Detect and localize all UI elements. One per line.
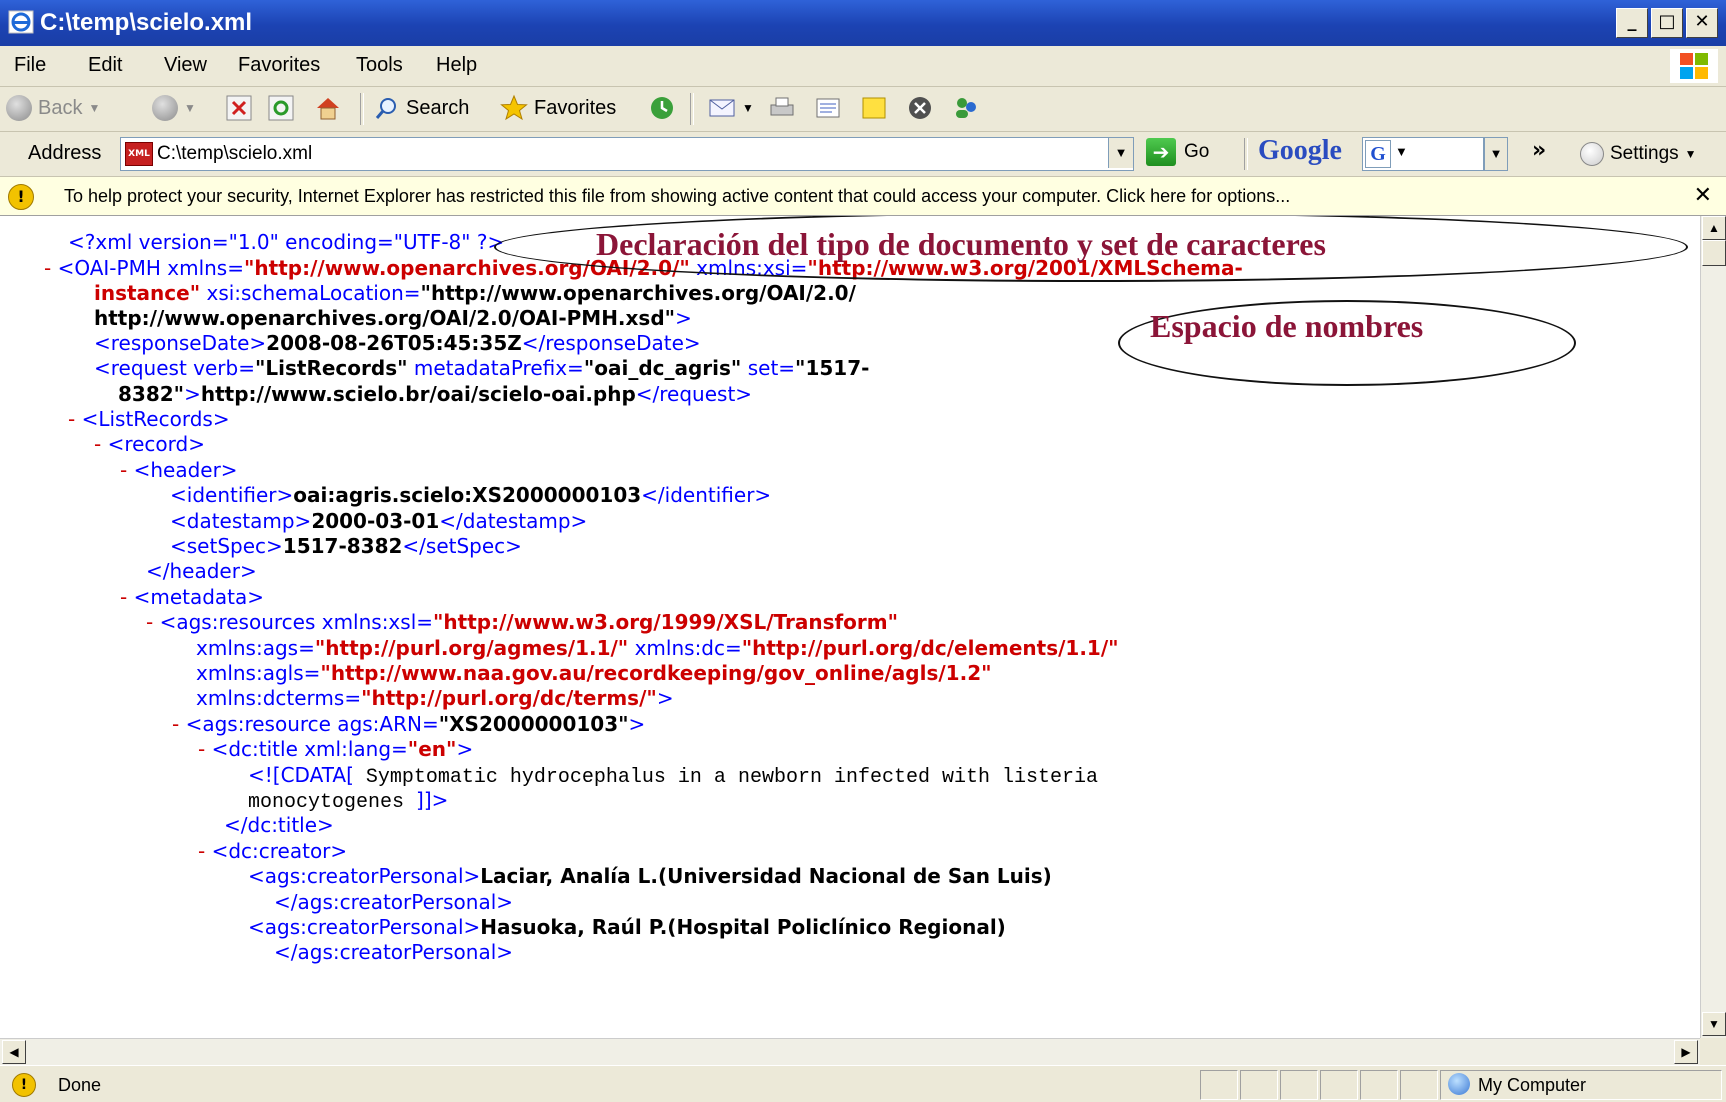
standard-toolbar: Back ▼ ▼ Search Favorites ▼ [0,87,1726,132]
menu-file[interactable]: File [14,54,46,77]
status-bar: ! Done My Computer [0,1065,1726,1102]
home-button[interactable] [314,93,342,123]
ags-resource-tag[interactable]: - <ags:resource ags:ARN="XS2000000103"> [172,710,645,738]
menu-view[interactable]: View [164,54,207,77]
scroll-left-button[interactable]: ◀ [2,1040,26,1064]
maximize-button[interactable]: □ [1651,8,1683,38]
datestamp: <datestamp>2000-03-01</datestamp> [170,509,588,533]
mail-button[interactable]: ▼ [708,93,754,123]
xml-file-icon: XML [125,142,153,166]
minimize-button[interactable]: _ [1616,8,1648,38]
history-button[interactable] [648,93,676,123]
address-bar: Address XML C:\temp\scielo.xml ▼ ➔ Go Go… [0,132,1726,177]
creator-personal-2: <ags:creatorPersonal>Hasuoka, Raúl P.(Ho… [248,915,1006,939]
security-message: To help protect your security, Internet … [64,186,1291,206]
print-button[interactable] [768,93,796,123]
stop-button[interactable] [226,93,252,123]
address-input[interactable]: XML C:\temp\scielo.xml ▼ [120,137,1134,171]
ie-window: C:\temp\scielo.xml _ □ ✕ File Edit View … [0,0,1726,1102]
scroll-right-button[interactable]: ▶ [1674,1040,1698,1064]
refresh-icon [268,95,294,121]
google-logo: Google [1258,135,1342,166]
go-button[interactable]: ➔ Go [1146,138,1209,166]
address-label: Address [28,142,102,164]
dc-creator-tag[interactable]: - <dc:creator> [198,837,347,865]
settings-icon [1580,142,1604,166]
more-chevron-icon[interactable]: » [1532,138,1546,163]
header-tag[interactable]: - <header> [120,456,238,484]
menu-edit[interactable]: Edit [88,54,122,77]
title-bar: C:\temp\scielo.xml _ □ ✕ [0,0,1726,46]
discuss-button[interactable] [860,93,888,123]
namespace-annotation: Espacio de nombres [1150,308,1424,344]
messenger-button[interactable] [906,93,934,123]
horizontal-scrollbar[interactable]: ◀ ▶ [0,1038,1700,1065]
status-shield-icon: ! [12,1073,36,1097]
stop-icon [226,95,252,121]
history-icon [651,97,673,119]
back-button[interactable]: Back ▼ [6,93,100,123]
forward-arrow-icon [152,95,178,121]
menu-help[interactable]: Help [436,54,477,77]
google-g-icon: G [1365,140,1391,168]
go-arrow-icon: ➔ [1146,138,1176,166]
security-info-bar[interactable]: ! To help protect your security, Interne… [0,177,1726,216]
forward-button[interactable]: ▼ [152,93,196,123]
google-dropdown-button[interactable]: ▼ [1484,137,1508,171]
edit-button[interactable] [814,93,842,123]
home-icon [317,98,339,120]
scroll-thumb[interactable] [1702,240,1726,266]
people-icon [956,98,976,118]
refresh-button[interactable] [268,93,294,123]
menu-tools[interactable]: Tools [356,54,403,77]
star-icon [500,94,528,121]
favorites-button[interactable]: Favorites [500,93,616,123]
research-button[interactable] [952,93,980,123]
metadata-tag[interactable]: - <metadata> [120,583,264,611]
scrollbar-corner [1700,1038,1726,1064]
creator-personal-1: <ags:creatorPersonal>Laciar, Analía L.(U… [248,864,1052,888]
print-icon [770,97,794,116]
infobar-close-icon[interactable]: ✕ [1694,183,1712,208]
ags-resources-tag[interactable]: - <ags:resources xmlns:xsl="http://www.w… [146,608,898,636]
google-search-input[interactable]: G ▼ [1362,137,1484,171]
vertical-scrollbar[interactable]: ▲ ▼ [1700,216,1726,1038]
menu-favorites[interactable]: Favorites [238,54,320,77]
google-settings-button[interactable]: Settings ▼ [1580,142,1697,166]
identifier: <identifier>oai:agris.scielo:XS200000010… [170,483,772,507]
response-date: <responseDate>2008-08-26T05:45:35Z</resp… [94,331,701,355]
status-text: Done [58,1075,102,1095]
record-tag[interactable]: - <record> [94,430,205,458]
note-icon [862,97,886,119]
shield-warning-icon: ! [8,184,34,210]
edit-icon [816,98,840,118]
address-dropdown-button[interactable]: ▼ [1108,138,1133,168]
close-button[interactable]: ✕ [1686,8,1718,38]
scroll-up-button[interactable]: ▲ [1702,216,1726,240]
xml-declaration: <?xml version="1.0" encoding="UTF-8" ?> [68,230,505,254]
dc-title-tag[interactable]: - <dc:title xml:lang="en"> [198,735,473,763]
setspec: <setSpec>1517-8382</setSpec> [170,534,522,558]
list-records-tag[interactable]: - <ListRecords> [68,405,230,433]
request-tag: <request verb="ListRecords" metadataPref… [94,356,870,380]
security-zone: My Computer [1478,1075,1587,1095]
menu-bar: File Edit View Favorites Tools Help [0,46,1726,87]
window-title: C:\temp\scielo.xml [40,9,253,36]
declaration-annotation: Declaración del tipo de documento y set … [596,226,1326,262]
search-icon [375,98,396,119]
scroll-down-button[interactable]: ▼ [1702,1012,1726,1036]
address-value: C:\temp\scielo.xml [157,143,313,164]
windows-logo-icon [1670,49,1718,83]
xml-view: <?xml version="1.0" encoding="UTF-8" ?> … [0,216,1700,1038]
messenger-icon [909,97,931,119]
mail-icon [709,99,735,117]
ie-icon [8,10,34,34]
search-button[interactable]: Search [374,93,469,123]
computer-zone-icon [1448,1073,1470,1095]
back-arrow-icon [6,95,32,121]
